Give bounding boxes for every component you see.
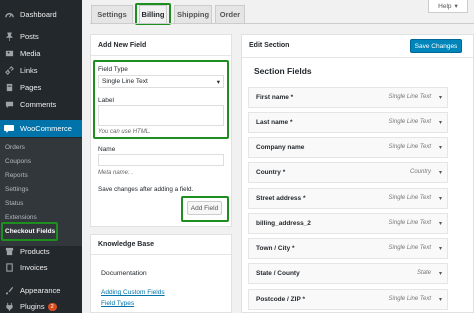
- field-row[interactable]: First name * Single Line Text ▾: [248, 87, 448, 108]
- field-type-label-highlight: [93, 60, 229, 139]
- panel-divider: [91, 254, 231, 255]
- expand-caret-icon[interactable]: ▾: [439, 296, 442, 303]
- menu-item-products[interactable]: Products: [0, 243, 82, 260]
- save-changes-button[interactable]: Save Changes: [410, 39, 462, 53]
- tab-order[interactable]: Order: [215, 5, 245, 23]
- name-input[interactable]: [98, 154, 224, 166]
- field-row[interactable]: billing_address_2 Single Line Text ▾: [248, 213, 448, 234]
- field-row[interactable]: Postcode / ZIP * Single Line Text ▾: [248, 289, 448, 310]
- plug-icon: [4, 302, 14, 312]
- field-name: State / County: [256, 270, 300, 277]
- field-type: Single Line Text: [388, 245, 431, 251]
- menu-item-comments[interactable]: Comments: [0, 96, 82, 113]
- field-row[interactable]: Last name * Single Line Text ▾: [248, 112, 448, 133]
- panel-divider: [242, 57, 473, 58]
- tabs-divider: [90, 23, 474, 24]
- dashboard-icon: [4, 10, 14, 20]
- field-name: Town / City *: [256, 245, 295, 252]
- submenu-status[interactable]: Status: [5, 200, 23, 207]
- field-type: Single Line Text: [388, 220, 431, 226]
- field-row[interactable]: Street address * Single Line Text ▾: [248, 188, 448, 209]
- field-name: First name *: [256, 94, 294, 101]
- pin-icon: [4, 32, 14, 42]
- menu-item-media[interactable]: Media: [0, 45, 82, 62]
- expand-caret-icon[interactable]: ▾: [439, 94, 442, 101]
- menu-item-pages[interactable]: Pages: [0, 79, 82, 96]
- knowledge-base-title: Knowledge Base: [98, 241, 155, 248]
- expand-caret-icon[interactable]: ▾: [439, 195, 442, 202]
- field-type: State: [416, 270, 431, 276]
- name-hint: Meta name: .: [98, 170, 134, 176]
- field-type: Single Line Text: [388, 195, 431, 201]
- expand-caret-icon[interactable]: ▾: [439, 144, 442, 151]
- field-row[interactable]: Town / City * Single Line Text ▾: [248, 238, 448, 259]
- brush-icon: [4, 286, 14, 296]
- field-row[interactable]: Company name Single Line Text ▾: [248, 137, 448, 158]
- field-name: Last name *: [256, 119, 293, 126]
- field-type: Single Line Text: [388, 144, 431, 150]
- invoice-icon: [4, 263, 14, 273]
- field-type: Single Line Text: [388, 119, 431, 125]
- field-name: Street address *: [256, 195, 306, 202]
- field-row[interactable]: State / County State ▾: [248, 263, 448, 284]
- expand-caret-icon[interactable]: ▾: [439, 119, 442, 126]
- menu-item-woocommerce[interactable]: WooCommerce: [0, 120, 82, 137]
- comment-icon: [4, 100, 14, 110]
- menu-item-plugins[interactable]: Plugins 2: [0, 298, 82, 313]
- menu-item-links[interactable]: Links: [0, 62, 82, 79]
- field-name: Postcode / ZIP *: [256, 296, 306, 303]
- media-icon: [4, 49, 14, 59]
- expand-caret-icon[interactable]: ▾: [439, 169, 442, 176]
- plugins-update-badge: 2: [47, 302, 57, 311]
- field-type: Country: [409, 169, 431, 175]
- link-icon: [4, 66, 14, 76]
- field-types-link[interactable]: Field Types: [101, 300, 134, 307]
- panel-divider: [91, 55, 231, 56]
- tab-shipping[interactable]: Shipping: [174, 5, 212, 23]
- admin-sidebar: Dashboard Posts Media Links Pages Commen…: [0, 0, 82, 313]
- menu-item-posts[interactable]: Posts: [0, 28, 82, 45]
- help-tab[interactable]: Help ▾: [428, 0, 468, 13]
- section-fields-title: Section Fields: [254, 66, 312, 76]
- field-name: Company name: [256, 144, 305, 151]
- chevron-down-icon: ▾: [454, 3, 458, 10]
- menu-item-appearance[interactable]: Appearance: [0, 282, 82, 299]
- field-name: Country *: [256, 169, 286, 176]
- expand-caret-icon[interactable]: ▾: [439, 245, 442, 252]
- page-icon: [4, 83, 14, 93]
- submenu-extensions[interactable]: Extensions: [5, 214, 37, 221]
- tab-settings[interactable]: Settings: [91, 5, 133, 23]
- expand-caret-icon[interactable]: ▾: [439, 220, 442, 227]
- add-field-title: Add New Field: [98, 42, 147, 49]
- name-field-label: Name: [98, 146, 116, 153]
- expand-caret-icon[interactable]: ▾: [439, 270, 442, 277]
- checkout-fields-highlight: [1, 222, 58, 241]
- field-type: Single Line Text: [388, 94, 431, 100]
- submenu-reports[interactable]: Reports: [5, 172, 28, 179]
- field-type: Single Line Text: [388, 296, 431, 302]
- menu-item-dashboard[interactable]: Dashboard: [0, 6, 82, 23]
- documentation-heading: Documentation: [101, 270, 147, 277]
- billing-tab-highlight: [135, 3, 171, 25]
- woo-icon: [4, 124, 14, 134]
- submenu-orders[interactable]: Orders: [5, 144, 25, 151]
- submenu-coupons[interactable]: Coupons: [5, 158, 31, 165]
- menu-item-invoices[interactable]: Invoices: [0, 259, 82, 276]
- knowledge-base-panel: Knowledge Base Documentation Adding Cust…: [90, 234, 232, 313]
- field-name: billing_address_2: [256, 220, 311, 227]
- edit-section-title: Edit Section: [249, 42, 290, 49]
- submenu-settings[interactable]: Settings: [5, 186, 29, 193]
- add-field-button-highlight: [181, 196, 229, 222]
- field-row[interactable]: Country * Country ▾: [248, 162, 448, 183]
- save-note: Save changes after adding a field.: [98, 186, 194, 193]
- adding-custom-fields-link[interactable]: Adding Custom Fields: [101, 289, 165, 296]
- archive-icon: [4, 247, 14, 257]
